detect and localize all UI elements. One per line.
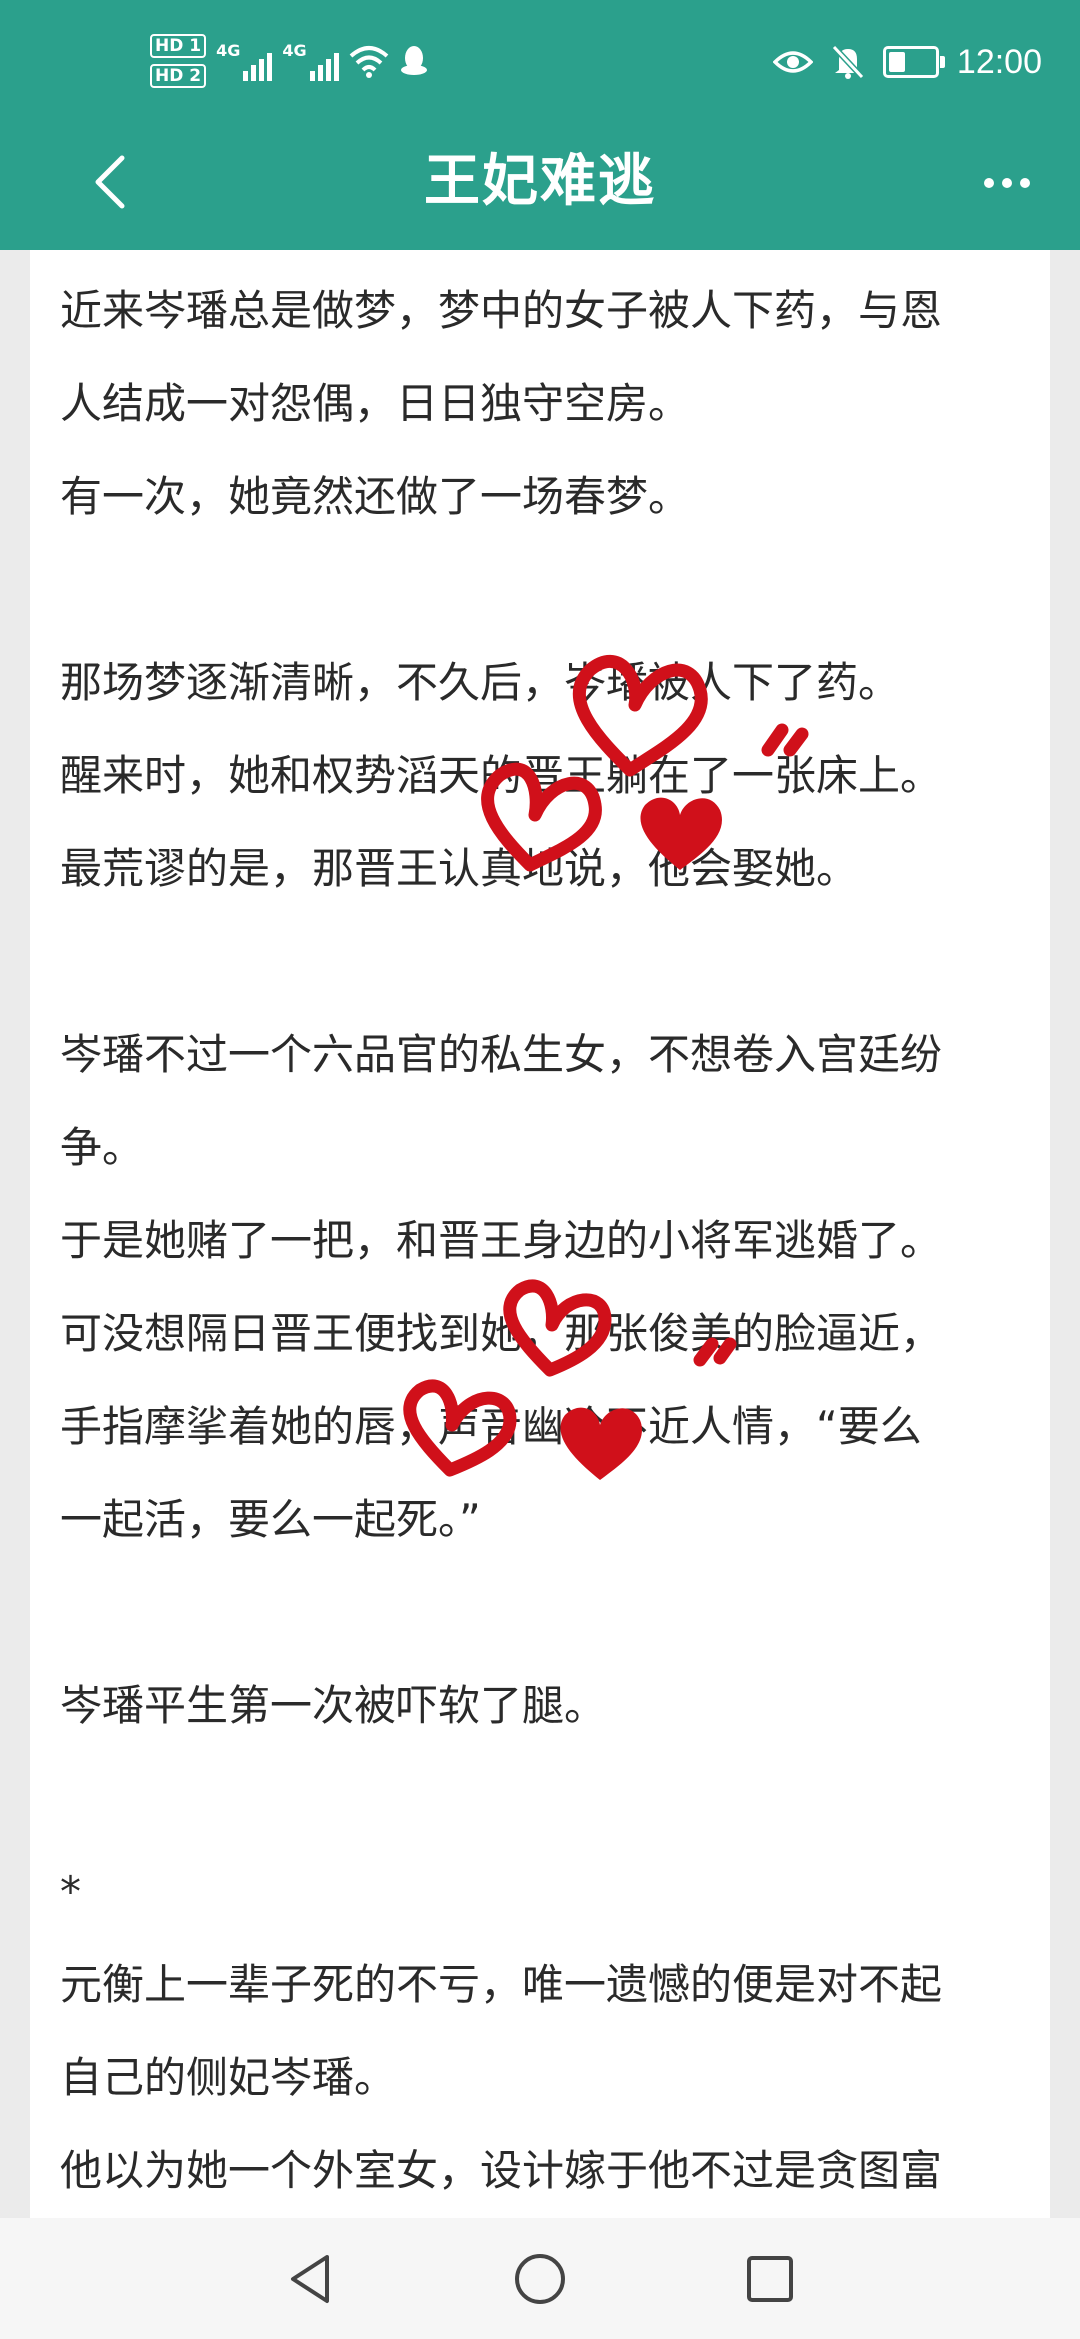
- text-line: 岑璠平生第一次被吓软了腿。: [60, 1681, 607, 1730]
- text-line: 有一次，她竟然还做了一场春梦。: [60, 472, 691, 521]
- hd-indicators: HD 1 HD 2: [150, 34, 207, 88]
- text-line: 近来岑璠总是做梦，梦中的女子被人下药，与恩: [60, 286, 943, 335]
- text-line: 手指摩挲着她的唇，声音幽冷不近人情，“要么: [60, 1402, 922, 1451]
- text-line: 一起活，要么一起死。”: [60, 1495, 481, 1544]
- app-bar: 王妃难逃: [0, 122, 1080, 250]
- hd2-badge: HD 2: [150, 64, 207, 88]
- signal-2-icon: 4G: [282, 41, 339, 81]
- wifi-icon: [349, 46, 388, 78]
- text-line: 岑璠不过一个六品官的私生女，不想卷入宫廷纷: [60, 1030, 943, 1079]
- text-line: 元衡上一辈子死的不亏，唯一遗憾的便是对不起: [60, 1960, 943, 2009]
- text-line: 于是她赌了一把，和晋王身边的小将军逃婚了。: [60, 1216, 943, 1265]
- system-nav-bar: [0, 2218, 1080, 2339]
- hd1-badge: HD 1: [150, 34, 207, 58]
- network-type-1: 4G: [216, 41, 241, 60]
- status-right: 12:00: [772, 34, 1042, 90]
- more-button[interactable]: [972, 158, 1042, 208]
- text-line: 最荒谬的是，那晋王认真地说，他会娶她。: [60, 844, 859, 893]
- status-bar: HD 1 HD 2 4G 4G 12:00: [0, 0, 1080, 122]
- text-line: 自己的侧妃岑璠。: [60, 2053, 397, 2102]
- clock: 12:00: [956, 42, 1042, 81]
- battery-icon: [882, 46, 945, 78]
- nav-recents-button[interactable]: [730, 2239, 810, 2319]
- section-separator: *: [60, 1867, 81, 1916]
- page-title: 王妃难逃: [424, 149, 656, 214]
- nav-back-button[interactable]: [270, 2239, 350, 2319]
- reading-page[interactable]: 近来岑璠总是做梦，梦中的女子被人下药，与恩 人结成一对怨偶，日日独守空房。 有一…: [30, 250, 1050, 2218]
- network-type-2: 4G: [282, 41, 307, 60]
- text-line: 可没想隔日晋王便找到她，那张俊美的脸逼近，: [60, 1309, 943, 1358]
- qq-penguin-icon: [400, 46, 427, 75]
- text-line: 人结成一对怨偶，日日独守空房。: [60, 379, 691, 428]
- signal-1-icon: 4G: [216, 41, 273, 81]
- square-recents-icon: [747, 2255, 793, 2302]
- book-content: 近来岑璠总是做梦，梦中的女子被人下药，与恩 人结成一对怨偶，日日独守空房。 有一…: [30, 250, 1050, 2202]
- triangle-back-icon: [291, 2254, 329, 2303]
- status-left: HD 1 HD 2 4G 4G: [150, 30, 429, 92]
- circle-home-icon: [515, 2253, 565, 2304]
- text-line: 他以为她一个外室女，设计嫁于他不过是贪图富: [60, 2146, 943, 2195]
- nav-home-button[interactable]: [500, 2239, 580, 2319]
- eye-icon: [772, 51, 813, 73]
- text-line: 争。: [60, 1123, 145, 1172]
- bell-off-icon: [831, 44, 865, 80]
- more-dot: [984, 178, 994, 188]
- more-dot: [1020, 178, 1030, 188]
- text-line: 那场梦逐渐清晰，不久后，岑璠被人下了药。: [60, 658, 901, 707]
- more-dot: [1002, 178, 1012, 188]
- text-line: 醒来时，她和权势滔天的晋王躺在了一张床上。: [60, 751, 943, 800]
